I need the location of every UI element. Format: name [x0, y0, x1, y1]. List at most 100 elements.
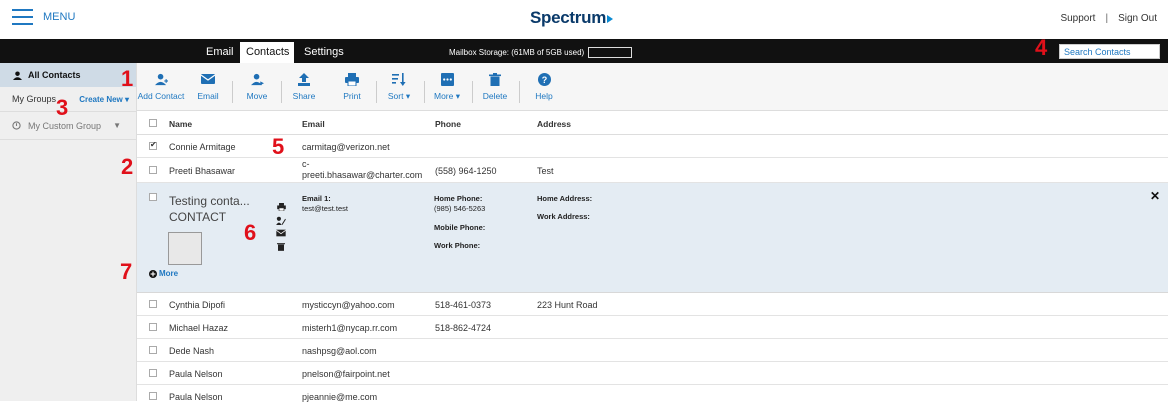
column-phone[interactable]: Phone	[435, 119, 461, 129]
move-button[interactable]: Move	[232, 72, 282, 101]
hamburger-icon	[12, 9, 33, 25]
annotation-number: 6	[244, 220, 257, 245]
contact-phone: (558) 964-1250	[435, 166, 497, 176]
annotation-number: 7	[120, 259, 133, 284]
row-checkbox[interactable]	[149, 369, 157, 377]
top-bar: MENU Spectrum Support | Sign Out	[0, 0, 1168, 39]
contact-address: 223 Hunt Road	[537, 300, 598, 310]
sign-out-link[interactable]: Sign Out	[1118, 13, 1157, 24]
table-row[interactable]: Paula Nelson pnelson@fairpoint.net	[137, 362, 1168, 385]
home-phone-label: Home Phone:	[434, 194, 483, 203]
add-contact-button[interactable]: Add Contact	[136, 72, 186, 101]
email-1-label: Email 1:	[302, 194, 331, 203]
share-button[interactable]: Share	[279, 72, 329, 101]
contact-phone: 518-862-4724	[435, 323, 492, 333]
contact-address: Test	[537, 166, 554, 176]
row-checkbox[interactable]	[149, 193, 157, 201]
annotation-number: 3	[56, 95, 69, 120]
table-row[interactable]: Michael Hazaz misterh1@nycap.rr.com 518-…	[137, 316, 1168, 339]
print-button[interactable]: Print	[327, 72, 377, 101]
annotation-number: 1	[121, 66, 134, 91]
trash-icon[interactable]	[276, 241, 286, 251]
table-row[interactable]: Cynthia Dipofi mysticcyn@yahoo.com 518-4…	[137, 293, 1168, 316]
contact-detail-panel: Testing conta... CONTACT More Email 1: t…	[137, 183, 1168, 293]
add-contact-icon	[154, 72, 168, 86]
search-contacts-input[interactable]	[1059, 44, 1160, 59]
storage-bar	[588, 47, 633, 58]
email-button[interactable]: Email	[183, 72, 233, 101]
sidebar-item-all-contacts[interactable]: All Contacts	[0, 63, 136, 87]
row-checkbox[interactable]	[149, 323, 157, 331]
menu-label: MENU	[43, 11, 76, 23]
row-checkbox[interactable]	[149, 300, 157, 308]
person-icon	[13, 70, 22, 80]
menu-button[interactable]: MENU	[12, 9, 75, 25]
trash-icon	[488, 72, 502, 86]
help-button[interactable]: ? Help	[519, 72, 569, 101]
move-icon	[250, 72, 264, 86]
delete-button[interactable]: Delete	[470, 72, 520, 101]
contact-email: nashpsg@aol.com	[302, 346, 377, 356]
contact-email: c-preeti.bhasawar@charter.com	[302, 159, 423, 180]
sort-button[interactable]: Sort ▾	[374, 72, 424, 102]
row-checkbox[interactable]	[149, 166, 157, 174]
share-icon	[297, 72, 311, 86]
svg-text:?: ?	[541, 75, 547, 85]
contact-name: Preeti Bhasawar	[169, 166, 236, 176]
print-icon	[345, 72, 359, 86]
home-address-label: Home Address:	[537, 194, 593, 203]
column-email[interactable]: Email	[302, 119, 325, 129]
row-checkbox[interactable]	[149, 392, 157, 400]
annotation-number: 5	[272, 134, 285, 159]
print-icon[interactable]	[276, 202, 286, 212]
email-1-value[interactable]: test@test.test	[302, 204, 348, 213]
work-phone-label: Work Phone:	[434, 241, 481, 250]
contact-name: Cynthia Dipofi	[169, 300, 226, 310]
create-new-group-button[interactable]: Create New ▾	[79, 95, 129, 104]
plus-circle-icon	[149, 269, 157, 278]
chevron-down-icon[interactable]: ▼	[113, 121, 121, 130]
annotation-number: 2	[121, 154, 134, 179]
home-phone-value: (985) 546-5263	[434, 204, 486, 213]
tab-settings[interactable]: Settings	[298, 42, 350, 63]
more-icon	[440, 72, 454, 86]
spectrum-logo[interactable]: Spectrum	[530, 8, 614, 28]
contact-photo[interactable]	[168, 232, 202, 265]
tab-contacts[interactable]: Contacts	[240, 42, 294, 63]
contact-name: Dede Nash	[169, 346, 215, 356]
tab-email[interactable]: Email	[200, 42, 240, 63]
group-icon	[12, 121, 21, 130]
link-separator: |	[1105, 13, 1109, 24]
email-icon	[201, 72, 215, 86]
nav-bar: Email Contacts Settings Mailbox Storage:…	[0, 39, 1168, 63]
table-row[interactable]: Preeti Bhasawar c-preeti.bhasawar@charte…	[137, 158, 1168, 183]
close-icon[interactable]: ✕	[1150, 189, 1160, 203]
work-address-label: Work Address:	[537, 212, 590, 221]
contact-detail-name: Testing conta... CONTACT	[169, 194, 250, 224]
table-row[interactable]: Paula Nelson pjeannie@me.com	[137, 385, 1168, 402]
table-row[interactable]: Connie Armitage carmitag@verizon.net	[137, 135, 1168, 158]
more-button[interactable]: More ▾	[422, 72, 472, 102]
edit-contact-icon[interactable]	[276, 215, 286, 225]
support-link[interactable]: Support	[1060, 13, 1095, 24]
column-name[interactable]: Name	[169, 119, 192, 129]
column-address[interactable]: Address	[537, 119, 571, 129]
contact-name: Connie Armitage	[169, 142, 236, 152]
row-checkbox[interactable]	[149, 140, 157, 150]
table-row[interactable]: Dede Nash nashpsg@aol.com	[137, 339, 1168, 362]
select-all-checkbox[interactable]	[149, 119, 157, 127]
sidebar: All Contacts My Groups Create New ▾ My C…	[0, 63, 137, 401]
sort-icon	[392, 72, 406, 86]
my-groups-label: My Groups	[12, 94, 57, 104]
contact-name: Paula Nelson	[169, 369, 223, 379]
contacts-toolbar: Add Contact Email Move Share Print Sort …	[137, 63, 1168, 111]
row-checkbox[interactable]	[149, 346, 157, 354]
more-details-button[interactable]: More	[149, 269, 178, 278]
contact-email: misterh1@nycap.rr.com	[302, 323, 398, 333]
contact-email: pnelson@fairpoint.net	[302, 369, 390, 379]
mobile-phone-label: Mobile Phone:	[434, 223, 486, 232]
email-contact-icon[interactable]	[276, 228, 286, 238]
contact-actions	[276, 202, 286, 251]
contact-name: Michael Hazaz	[169, 323, 229, 333]
mailbox-storage: Mailbox Storage: (61MB of 5GB used)	[449, 47, 633, 58]
